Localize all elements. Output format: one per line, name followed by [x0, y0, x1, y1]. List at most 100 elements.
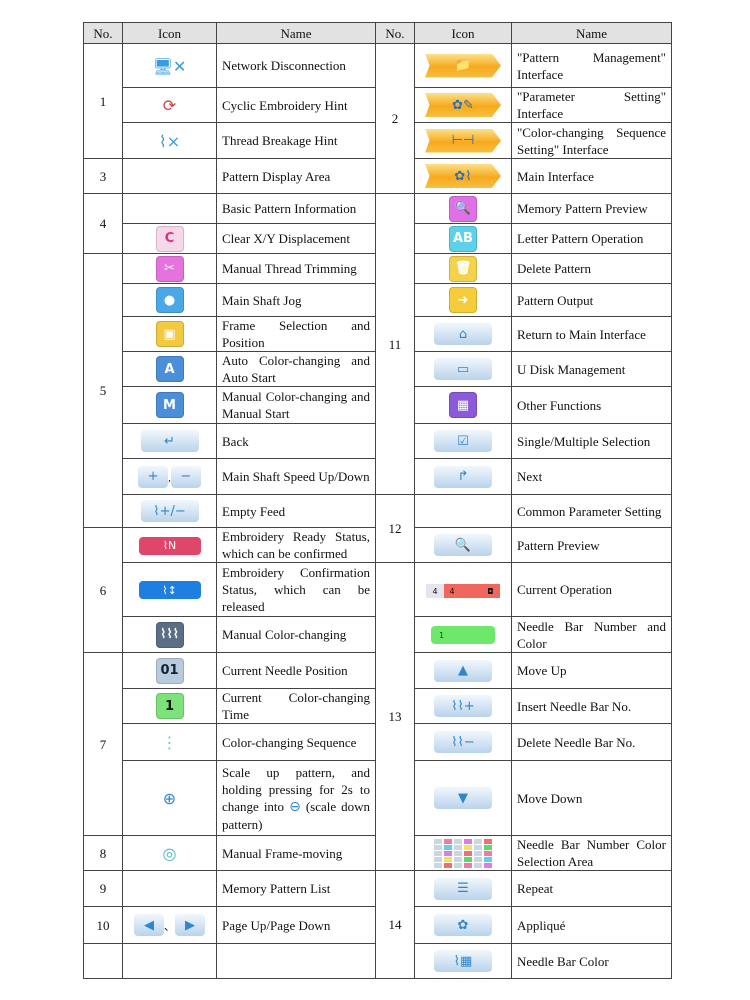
- pattern-management-icon[interactable]: 📁: [425, 53, 501, 78]
- color-swatch[interactable]: [434, 844, 442, 850]
- next-icon[interactable]: ↱: [434, 465, 492, 488]
- icon-cell: ⌂: [414, 316, 512, 352]
- main-interface-icon[interactable]: ✿⌇: [425, 164, 501, 188]
- item-number: 11: [375, 193, 415, 495]
- page-up-icon[interactable]: ◀: [134, 914, 164, 936]
- color-swatch[interactable]: [474, 850, 482, 856]
- frame-selection-icon[interactable]: ▣: [155, 321, 184, 347]
- needle-bar-number-icon[interactable]: 1: [431, 626, 495, 644]
- item-name: Basic Pattern Information: [216, 193, 376, 224]
- item-name: Move Up: [511, 652, 672, 689]
- clear-displacement-icon[interactable]: C: [155, 225, 184, 252]
- icon-cell: ⌇↕: [122, 562, 217, 617]
- color-swatch[interactable]: [434, 850, 442, 856]
- plus-icon[interactable]: +: [138, 465, 169, 488]
- color-swatch[interactable]: [454, 856, 462, 862]
- current-operation-count: 4: [426, 584, 444, 598]
- needle-bar-color-icon[interactable]: ⌇▦: [434, 950, 492, 972]
- speed-up-down-icon[interactable]: +, −: [138, 465, 201, 488]
- current-needle-position-icon[interactable]: 01: [155, 657, 184, 684]
- needle-bar-number-label: 1: [439, 630, 445, 640]
- memory-pattern-preview-icon[interactable]: 🔍: [449, 195, 477, 222]
- icon-cell: ⌇▦: [414, 943, 512, 979]
- back-icon[interactable]: ↵: [140, 430, 199, 452]
- item-number: 9: [83, 870, 123, 907]
- item-name-text: Color-changing Sequence: [222, 734, 357, 750]
- color-selection-grid-icon[interactable]: [434, 838, 492, 868]
- color-swatch[interactable]: [464, 844, 472, 850]
- embroidery-ready-icon[interactable]: ⌇N: [138, 536, 201, 555]
- manual-color-changing-icon[interactable]: ⌇⌇⌇: [155, 621, 184, 648]
- move-down-icon[interactable]: ▼: [434, 787, 492, 809]
- item-name-text: Manual Frame-moving: [222, 845, 343, 861]
- move-up-icon[interactable]: ▲: [434, 659, 492, 682]
- color-swatch[interactable]: [474, 856, 482, 862]
- color-swatch[interactable]: [434, 862, 442, 868]
- selection-icon[interactable]: ☑: [434, 430, 492, 452]
- page-up-down-icon[interactable]: ◀、 ▶: [134, 914, 205, 936]
- pattern-preview-icon[interactable]: 🔍: [434, 534, 492, 556]
- delete-needle-bar-icon[interactable]: ⌇⌇−: [434, 731, 492, 753]
- scissors-icon[interactable]: ✂: [155, 255, 184, 282]
- applique-icon[interactable]: ✿: [434, 914, 492, 936]
- item-name-text: Insert Needle Bar No.: [517, 698, 632, 714]
- item-name-text: Empty Feed: [222, 503, 286, 519]
- color-changing-sequence-icon[interactable]: ⋮: [162, 734, 178, 751]
- item-name-text: "Pattern Management" Interface: [517, 49, 666, 82]
- home-icon[interactable]: ⌂: [434, 323, 492, 345]
- page-down-icon[interactable]: ▶: [175, 914, 205, 936]
- color-changing-time-icon[interactable]: 1: [155, 693, 184, 719]
- color-swatch[interactable]: [484, 862, 492, 868]
- main-shaft-jog-icon[interactable]: ●: [155, 287, 184, 313]
- manual-color-change-icon[interactable]: M: [155, 392, 184, 418]
- color-swatch[interactable]: [464, 850, 472, 856]
- letter-pattern-icon[interactable]: AB: [449, 225, 477, 252]
- color-swatch[interactable]: [454, 850, 462, 856]
- embroidery-confirmation-icon[interactable]: ⌇↕: [138, 581, 201, 599]
- color-swatch[interactable]: [444, 838, 452, 844]
- network-disconnection-icon[interactable]: 🖥✕: [153, 58, 187, 75]
- delete-pattern-icon[interactable]: 🗑: [449, 255, 477, 282]
- color-sequence-setting-icon[interactable]: ⊢⊣: [425, 128, 501, 153]
- item-number: 13: [375, 562, 415, 871]
- color-swatch[interactable]: [474, 862, 482, 868]
- color-swatch[interactable]: [444, 856, 452, 862]
- usb-disk-icon[interactable]: ▭: [434, 358, 492, 380]
- color-swatch[interactable]: [464, 862, 472, 868]
- color-swatch[interactable]: [454, 862, 462, 868]
- color-swatch[interactable]: [444, 844, 452, 850]
- color-swatch[interactable]: [474, 844, 482, 850]
- color-swatch[interactable]: [484, 838, 492, 844]
- color-swatch[interactable]: [444, 850, 452, 856]
- color-swatch[interactable]: [484, 844, 492, 850]
- auto-color-change-icon[interactable]: A: [155, 356, 184, 382]
- color-swatch[interactable]: [464, 856, 472, 862]
- thread-breakage-icon[interactable]: ⌇×: [159, 133, 180, 150]
- parameter-setting-icon[interactable]: ✿✎: [425, 93, 501, 117]
- cyclic-embroidery-icon[interactable]: ⟳: [163, 97, 176, 114]
- color-swatch[interactable]: [444, 862, 452, 868]
- zoom-in-icon[interactable]: ⊕: [163, 790, 176, 807]
- color-swatch[interactable]: [434, 856, 442, 862]
- color-swatch[interactable]: [434, 838, 442, 844]
- color-swatch[interactable]: [464, 838, 472, 844]
- color-swatch[interactable]: [474, 838, 482, 844]
- color-swatch[interactable]: [454, 844, 462, 850]
- current-operation-status: 4 ◘: [443, 584, 500, 598]
- color-swatch[interactable]: [484, 850, 492, 856]
- item-name: "Color-changing Sequence Setting" Interf…: [511, 122, 672, 159]
- color-swatch[interactable]: [454, 838, 462, 844]
- item-name: Needle Bar Number Color Selection Area: [511, 835, 672, 871]
- minus-icon[interactable]: −: [170, 465, 201, 488]
- item-name-text: Page Up/Page Down: [222, 917, 331, 933]
- color-swatch[interactable]: [484, 856, 492, 862]
- item-name-text: Memory Pattern Preview: [517, 201, 648, 216]
- current-operation-icon[interactable]: 4 4 ◘: [426, 584, 500, 598]
- repeat-icon[interactable]: ☰: [434, 877, 492, 900]
- frame-moving-icon[interactable]: ◎: [163, 845, 177, 862]
- other-functions-icon[interactable]: ▦: [449, 392, 477, 418]
- insert-needle-bar-icon[interactable]: ⌇⌇+: [434, 695, 492, 717]
- empty-feed-icon[interactable]: ⌇+/−: [140, 500, 199, 522]
- pattern-output-icon[interactable]: ➜: [449, 287, 477, 313]
- item-name-text: Repeat: [517, 881, 554, 896]
